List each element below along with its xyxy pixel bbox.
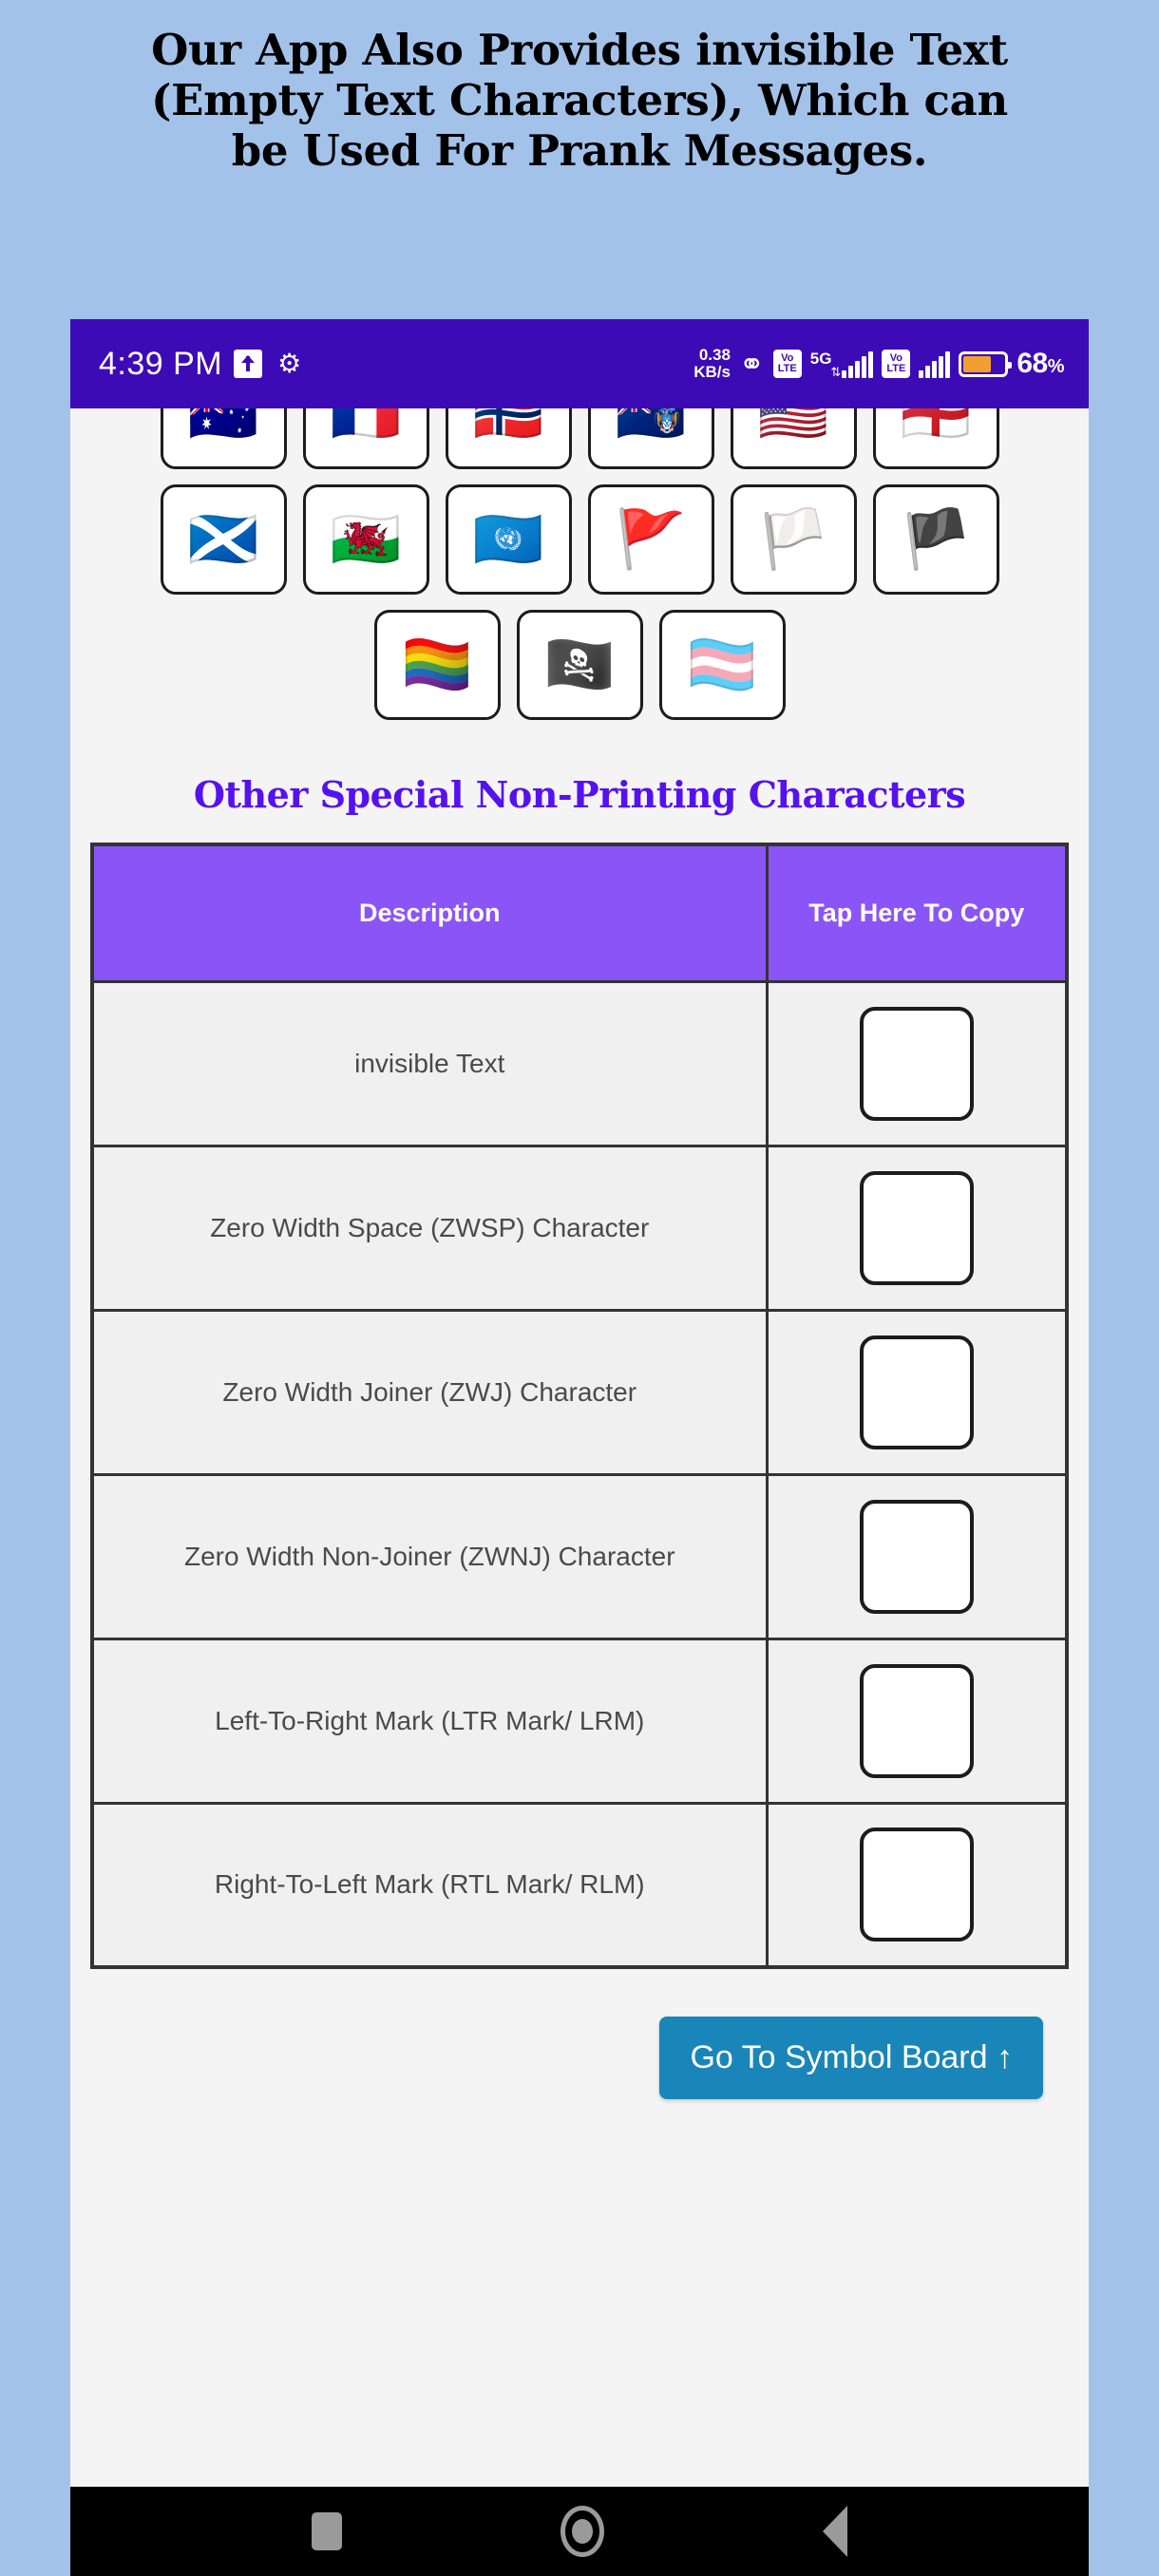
flag-cell-australia[interactable]: 🇦🇺 — [160, 408, 287, 469]
promo-line-3: be Used For Prank Messages. — [231, 125, 928, 176]
flag-cell-triangular-red[interactable]: 🚩 — [587, 484, 714, 595]
column-header-tap-to-copy: Tap Here To Copy — [765, 843, 1069, 983]
table-row: Zero Width Space (ZWSP) Character — [90, 1144, 1069, 1312]
flag-cell-wales[interactable]: 🏴󠁧󠁢󠁷󠁬󠁳󠁿 — [302, 484, 429, 595]
flag-cell-united-states[interactable]: 🇺🇸 — [730, 408, 857, 469]
volte-line-2: LTE — [777, 363, 797, 374]
flag-wales-icon: 🏴󠁧󠁢󠁷󠁬󠁳󠁿 — [330, 506, 402, 573]
footer-button-row: Go To Symbol Board ↑ — [70, 2017, 1089, 2099]
flag-cell-tristan-da-cunha[interactable]: 🇹🇦 — [587, 408, 714, 469]
flag-cell-pirate[interactable]: 🏴‍☠️ — [516, 610, 643, 720]
data-transfer-arrows-icon: ⇅ — [830, 365, 842, 379]
flag-cell-black[interactable]: 🏴 — [872, 484, 999, 595]
app-content: 🇦🇺 🇫🇷 🇳🇴 🇹🇦 🇺🇸 🏴󠁧󠁢󠁥󠁮󠁧󠁿 🏴󠁧󠁢󠁳󠁣󠁴󠁿 🏴󠁧󠁢󠁷󠁬󠁳󠁿 🇺… — [70, 408, 1089, 2487]
battery-percent-label: 68% — [1016, 348, 1064, 380]
signal-group-sim1: 5G ⇅ — [810, 350, 874, 378]
android-navigation-bar — [70, 2487, 1089, 2576]
status-bar: 4:39 PM ⚙ 0.38 KB/s ⚭ Vo LTE 5G ⇅ Vo LTE… — [70, 319, 1089, 408]
special-characters-table: Description Tap Here To Copy invisible T… — [90, 843, 1069, 1969]
flag-united-nations-icon: 🇺🇳 — [472, 506, 544, 573]
volte-badge-sim2: Vo LTE — [882, 350, 911, 378]
flag-cell-scotland[interactable]: 🏴󠁧󠁢󠁳󠁣󠁴󠁿 — [160, 484, 287, 595]
data-rate-indicator: 0.38 KB/s — [694, 347, 731, 381]
flag-pirate-icon: 🏴‍☠️ — [543, 632, 616, 698]
battery-percent-value: 68 — [1016, 348, 1048, 379]
flag-transgender-icon: 🏳️‍⚧️ — [686, 632, 758, 698]
row-copy-cell-zwnj[interactable] — [765, 1472, 1069, 1640]
flag-tristan-da-cunha-icon: 🇹🇦 — [615, 408, 687, 447]
copy-button-lrm[interactable] — [859, 1663, 974, 1778]
copy-button-invisible-text[interactable] — [859, 1006, 974, 1121]
flag-scotland-icon: 🏴󠁧󠁢󠁳󠁣󠁴󠁿 — [187, 506, 259, 573]
network-type-label: 5G — [809, 350, 832, 368]
back-triangle-icon[interactable] — [823, 2506, 847, 2557]
flag-united-states-icon: 🇺🇸 — [757, 408, 829, 447]
go-to-symbol-board-button[interactable]: Go To Symbol Board ↑ — [659, 2017, 1043, 2099]
data-rate-unit: KB/s — [694, 363, 731, 381]
copy-button-zwj[interactable] — [859, 1335, 974, 1449]
phone-screen: 4:39 PM ⚙ 0.38 KB/s ⚭ Vo LTE 5G ⇅ Vo LTE… — [70, 319, 1089, 2576]
table-row: Zero Width Non-Joiner (ZWNJ) Character — [90, 1472, 1069, 1640]
flag-cell-france[interactable]: 🇫🇷 — [302, 408, 429, 469]
flag-cell-rainbow[interactable]: 🏳️‍🌈 — [373, 610, 501, 720]
link-icon: ⚭ — [738, 347, 765, 381]
row-description-zwj: Zero Width Joiner (ZWJ) Character — [90, 1308, 769, 1476]
row-copy-cell-zwj[interactable] — [765, 1308, 1069, 1476]
copy-button-zwsp[interactable] — [859, 1170, 974, 1285]
promo-line-2: (Empty Text Characters), Which can — [151, 75, 1008, 125]
table-header-row: Description Tap Here To Copy — [90, 843, 1069, 983]
percent-symbol: % — [1047, 356, 1065, 377]
flag-cell-united-nations[interactable]: 🇺🇳 — [445, 484, 572, 595]
section-title: Other Special Non-Printing Characters — [193, 773, 966, 816]
row-description-zwnj: Zero Width Non-Joiner (ZWNJ) Character — [90, 1472, 769, 1640]
flag-norway-icon: 🇳🇴 — [472, 408, 544, 447]
gear-icon: ⚙ — [277, 349, 302, 378]
flag-white-icon: 🏳️ — [757, 506, 829, 573]
row-copy-cell-zwsp[interactable] — [765, 1144, 1069, 1312]
flag-cell-white[interactable]: 🏳️ — [730, 484, 857, 595]
flag-triangular-red-icon: 🚩 — [615, 506, 687, 573]
flag-black-icon: 🏴 — [900, 506, 972, 573]
table-row: Zero Width Joiner (ZWJ) Character — [90, 1308, 1069, 1476]
flag-cell-transgender[interactable]: 🏳️‍⚧️ — [658, 610, 786, 720]
flag-cell-england[interactable]: 🏴󠁧󠁢󠁥󠁮󠁧󠁿 — [872, 408, 999, 469]
flag-grid-row-3: 🏳️‍🌈 🏴‍☠️ 🏳️‍⚧️ — [70, 610, 1089, 720]
data-rate-value: 0.38 — [698, 346, 731, 364]
status-bar-right: 0.38 KB/s ⚭ Vo LTE 5G ⇅ Vo LTE 68% — [694, 347, 1064, 381]
column-header-description: Description — [90, 843, 769, 983]
flag-rainbow-icon: 🏳️‍🌈 — [401, 632, 473, 698]
promo-line-1: Our App Also Provides invisible Text — [151, 25, 1008, 75]
home-circle-icon[interactable] — [560, 2506, 604, 2557]
promo-banner: Our App Also Provides invisible Text (Em… — [0, 0, 1159, 176]
flag-cell-norway[interactable]: 🇳🇴 — [445, 408, 572, 469]
upload-arrow-icon — [234, 350, 263, 378]
signal-bars-sim2-icon — [919, 350, 951, 378]
table-row: Left-To-Right Mark (LTR Mark/ LRM) — [90, 1637, 1069, 1805]
flag-france-icon: 🇫🇷 — [330, 408, 402, 447]
row-description-invisible-text: invisible Text — [90, 979, 769, 1147]
table-row: invisible Text — [90, 979, 1069, 1147]
battery-icon — [959, 350, 1013, 377]
flag-grid: 🇦🇺 🇫🇷 🇳🇴 🇹🇦 🇺🇸 🏴󠁧󠁢󠁥󠁮󠁧󠁿 🏴󠁧󠁢󠁳󠁣󠁴󠁿 🏴󠁧󠁢󠁷󠁬󠁳󠁿 🇺… — [70, 408, 1089, 595]
flag-england-icon: 🏴󠁧󠁢󠁥󠁮󠁧󠁿 — [900, 408, 972, 447]
row-description-rlm: Right-To-Left Mark (RTL Mark/ RLM) — [90, 1801, 769, 1969]
row-copy-cell-rlm[interactable] — [765, 1801, 1069, 1969]
row-description-lrm: Left-To-Right Mark (LTR Mark/ LRM) — [90, 1637, 769, 1805]
volte-badge-sim1: Vo LTE — [772, 350, 802, 378]
volte-line-2-sim2: LTE — [886, 363, 906, 374]
status-bar-left: 4:39 PM ⚙ — [99, 346, 301, 383]
flag-australia-icon: 🇦🇺 — [187, 408, 259, 447]
row-copy-cell-lrm[interactable] — [765, 1637, 1069, 1805]
table-row: Right-To-Left Mark (RTL Mark/ RLM) — [90, 1801, 1069, 1969]
signal-bars-sim1-icon — [842, 350, 874, 378]
status-bar-clock: 4:39 PM — [99, 345, 223, 382]
copy-button-rlm[interactable] — [859, 1828, 974, 1942]
row-copy-cell-invisible-text[interactable] — [765, 979, 1069, 1147]
recents-square-icon[interactable] — [312, 2512, 342, 2550]
row-description-zwsp: Zero Width Space (ZWSP) Character — [90, 1144, 769, 1312]
copy-button-zwnj[interactable] — [859, 1499, 974, 1614]
